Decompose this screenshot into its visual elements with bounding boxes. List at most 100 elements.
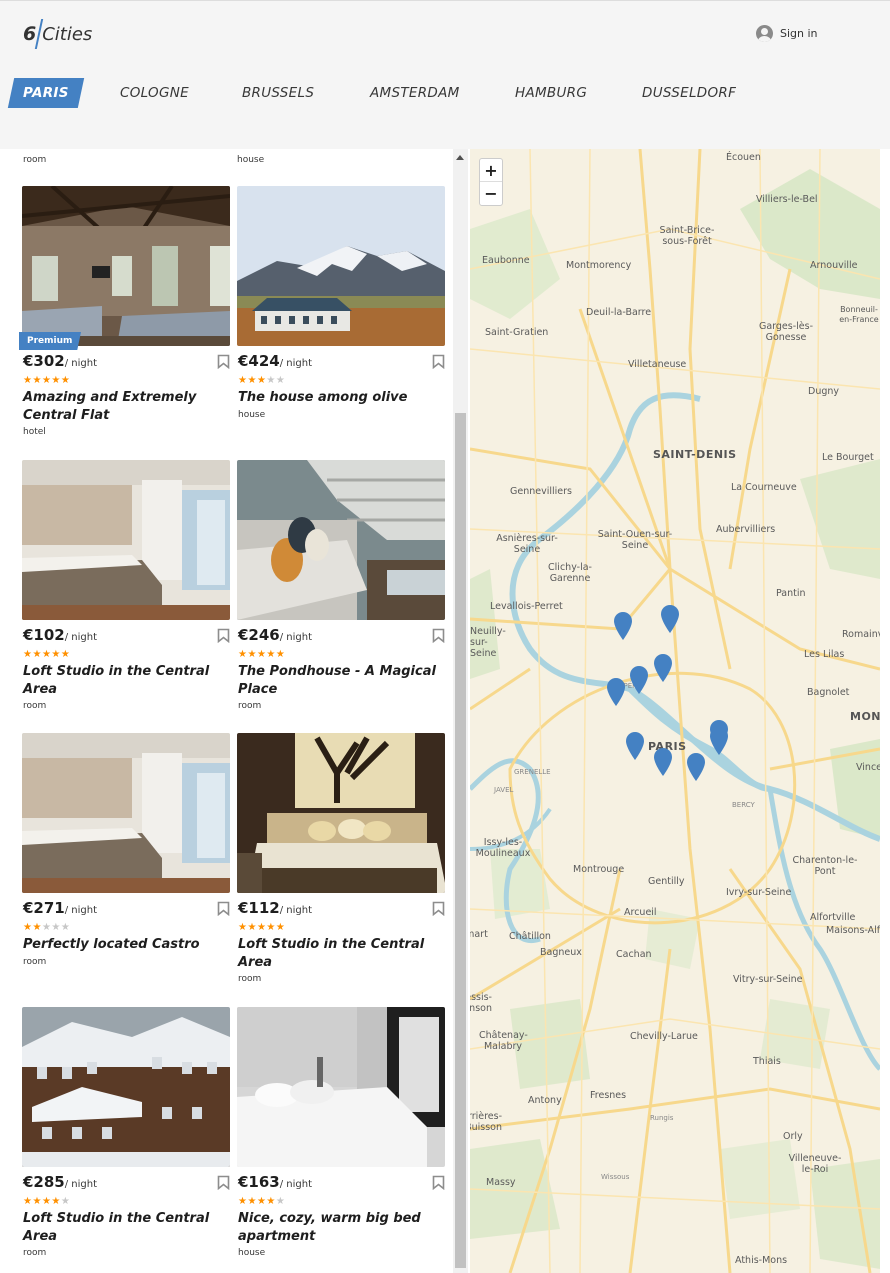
- star-icon: ★: [41, 649, 52, 660]
- tab-hamburg[interactable]: Hamburg: [515, 78, 587, 108]
- place-title[interactable]: Amazing and Extremely Central Flat: [23, 389, 228, 424]
- place-image[interactable]: [237, 1007, 445, 1167]
- star-icon: ★: [32, 1196, 42, 1207]
- place-title[interactable]: Nice, cozy, warm big bed apartment: [238, 1210, 443, 1245]
- price-per-night: / night: [64, 905, 98, 916]
- map-pin-icon[interactable]: [613, 611, 633, 641]
- star-icon: ★: [60, 1196, 71, 1207]
- place-type: room: [23, 701, 47, 711]
- star-icon: ★: [41, 1196, 52, 1207]
- place-card[interactable]: €246/ night ★★★★★ The Pondhouse - A Magica…: [237, 460, 445, 711]
- bookmark-icon[interactable]: [217, 354, 230, 370]
- place-type: room: [238, 701, 262, 711]
- place-price: €302/ night: [23, 352, 97, 370]
- price-value: €302: [23, 352, 65, 370]
- map-pin-icon[interactable]: [653, 653, 673, 683]
- bookmark-icon[interactable]: [432, 1175, 445, 1191]
- price-value: €271: [23, 899, 65, 917]
- map-pin-icon[interactable]: [653, 747, 673, 777]
- place-image[interactable]: [237, 186, 445, 346]
- map-label: La Courneuve: [731, 482, 797, 493]
- map-pin-icon[interactable]: [625, 731, 645, 761]
- tab-cologne[interactable]: Cologne: [120, 78, 189, 108]
- place-image[interactable]: [22, 1007, 230, 1167]
- star-icon: ★: [266, 922, 276, 933]
- star-icon: ★: [275, 649, 286, 660]
- star-icon: ★: [256, 649, 267, 660]
- city-map[interactable]: + − Écouen Villiers-le-Bel Saint-Brice-s…: [470, 149, 880, 1273]
- place-image[interactable]: [22, 460, 230, 620]
- map-label: Cachan: [616, 949, 652, 960]
- place-title[interactable]: The Pondhouse - A Magical Place: [238, 663, 443, 698]
- map-label: MONTREUIL: [850, 710, 880, 723]
- tab-dusseldorf[interactable]: Dusseldorf: [642, 78, 736, 108]
- list-scrollbar[interactable]: [453, 149, 468, 1273]
- map-label: Massy: [486, 1177, 516, 1188]
- scroll-up-arrow-icon[interactable]: [456, 155, 464, 160]
- place-card[interactable]: €163/ night ★★★★★ Nice, cozy, warm big bed…: [237, 1007, 445, 1258]
- map-label: Vincennes: [856, 762, 880, 773]
- place-card[interactable]: €302/ night ★★★★★ Amazing and Extremely Ce…: [22, 186, 230, 437]
- place-card[interactable]: €424/ night ★★★★★ The house among olive hou…: [237, 186, 445, 420]
- offer-list[interactable]: room house Premium €302/ night ★★★★★ Amazi…: [0, 149, 453, 1273]
- price-per-night: / night: [279, 1179, 313, 1190]
- place-price: €246/ night: [238, 626, 312, 644]
- place-price: €424/ night: [238, 352, 312, 370]
- map-label: Châtenay-Malabry: [479, 1030, 528, 1052]
- map-pin-icon[interactable]: [660, 604, 680, 634]
- map-pin-icon[interactable]: [686, 752, 706, 782]
- zoom-out-button[interactable]: −: [480, 182, 502, 205]
- star-icon: ★: [256, 375, 267, 386]
- place-title[interactable]: Perfectly located Castro: [23, 936, 228, 954]
- rating-stars: ★★★★★: [238, 376, 285, 386]
- star-icon: ★: [266, 1196, 276, 1207]
- map-pin-icon[interactable]: [629, 665, 649, 695]
- star-icon: ★: [256, 1196, 267, 1207]
- map-label: Aubervilliers: [716, 524, 776, 535]
- map-label: Orly: [783, 1131, 803, 1142]
- place-type: room: [23, 155, 47, 165]
- map-label: Villeneuve-le-Roi: [788, 1153, 842, 1175]
- bookmark-icon[interactable]: [432, 354, 445, 370]
- map-label: Asnières-sur-Seine: [496, 533, 558, 555]
- tab-amsterdam[interactable]: Amsterdam: [370, 78, 460, 108]
- price-per-night: / night: [279, 632, 313, 643]
- bookmark-icon[interactable]: [432, 901, 445, 917]
- map-label: Les Lilas: [804, 649, 845, 660]
- zoom-in-button[interactable]: +: [480, 159, 502, 182]
- place-title[interactable]: Loft Studio in the Central Area: [23, 1210, 228, 1245]
- tab-brussels[interactable]: Brussels: [242, 78, 314, 108]
- place-title[interactable]: Loft Studio in the Central Area: [23, 663, 228, 698]
- star-icon: ★: [51, 649, 61, 660]
- map-label: Saint-Brice-sous-Forêt: [659, 225, 715, 247]
- place-card[interactable]: €102/ night ★★★★★ Loft Studio in the Centr…: [22, 460, 230, 711]
- bookmark-icon[interactable]: [217, 628, 230, 644]
- place-card[interactable]: €271/ night ★★★★★ Perfectly located Castro…: [22, 733, 230, 967]
- logo[interactable]: 6 Cities: [23, 19, 92, 49]
- map-pin-icon[interactable]: [709, 726, 729, 756]
- map-label: Gentilly: [648, 876, 685, 887]
- bookmark-icon[interactable]: [217, 1175, 230, 1191]
- rating-stars: ★★★★★: [238, 923, 285, 933]
- star-icon: ★: [266, 649, 276, 660]
- place-image[interactable]: [22, 186, 230, 346]
- place-title[interactable]: Loft Studio in the Central Area: [238, 936, 443, 971]
- sign-in-link[interactable]: Sign in: [756, 25, 818, 42]
- place-image[interactable]: [22, 733, 230, 893]
- map-pin-icon[interactable]: [606, 677, 626, 707]
- place-type: room: [238, 974, 262, 984]
- bookmark-icon[interactable]: [432, 628, 445, 644]
- place-title[interactable]: The house among olive: [238, 389, 443, 407]
- place-image[interactable]: [237, 733, 445, 893]
- place-type: house: [238, 1248, 266, 1258]
- star-icon: ★: [60, 375, 71, 386]
- rating-stars: ★★★★★: [23, 1197, 70, 1207]
- scrollbar-thumb[interactable]: [455, 413, 466, 1268]
- place-card[interactable]: €112/ night ★★★★★ Loft Studio in the Centr…: [237, 733, 445, 984]
- bookmark-icon[interactable]: [217, 901, 230, 917]
- map-label: BERCY: [732, 801, 755, 809]
- place-image[interactable]: [237, 460, 445, 620]
- tab-paris[interactable]: Paris: [7, 78, 84, 108]
- map-label: Saint-Gratien: [485, 327, 549, 338]
- place-card[interactable]: €285/ night ★★★★★ Loft Studio in the Centr…: [22, 1007, 230, 1258]
